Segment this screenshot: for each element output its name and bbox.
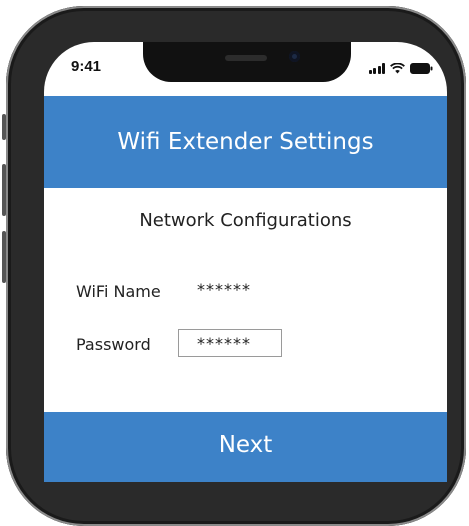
section-title: Network Configurations	[139, 210, 352, 231]
status-time: 9:41	[71, 58, 102, 75]
password-label: Password	[76, 335, 151, 354]
status-icons	[368, 58, 434, 74]
next-button[interactable]: Next	[44, 412, 447, 482]
phone-frame: 9:41 Wifi Extender Settings Network Conf…	[2, 6, 466, 526]
wifi-icon	[390, 63, 405, 74]
next-button-label: Next	[218, 432, 273, 458]
app-title: Wifi Extender Settings	[117, 129, 374, 155]
battery-icon	[410, 63, 433, 74]
speaker-grille	[225, 55, 267, 61]
password-field[interactable]	[178, 329, 282, 357]
wifi-name-label: WiFi Name	[76, 282, 161, 301]
notch	[143, 42, 351, 82]
wifi-name-value: ******	[197, 280, 251, 299]
front-camera-icon	[289, 51, 300, 62]
volume-up-button	[2, 164, 6, 216]
volume-down-button	[2, 231, 6, 283]
signal-icon	[368, 63, 385, 74]
phone-screen: 9:41 Wifi Extender Settings Network Conf…	[44, 42, 447, 482]
app-header: Wifi Extender Settings	[44, 96, 447, 188]
silent-switch	[2, 114, 6, 140]
